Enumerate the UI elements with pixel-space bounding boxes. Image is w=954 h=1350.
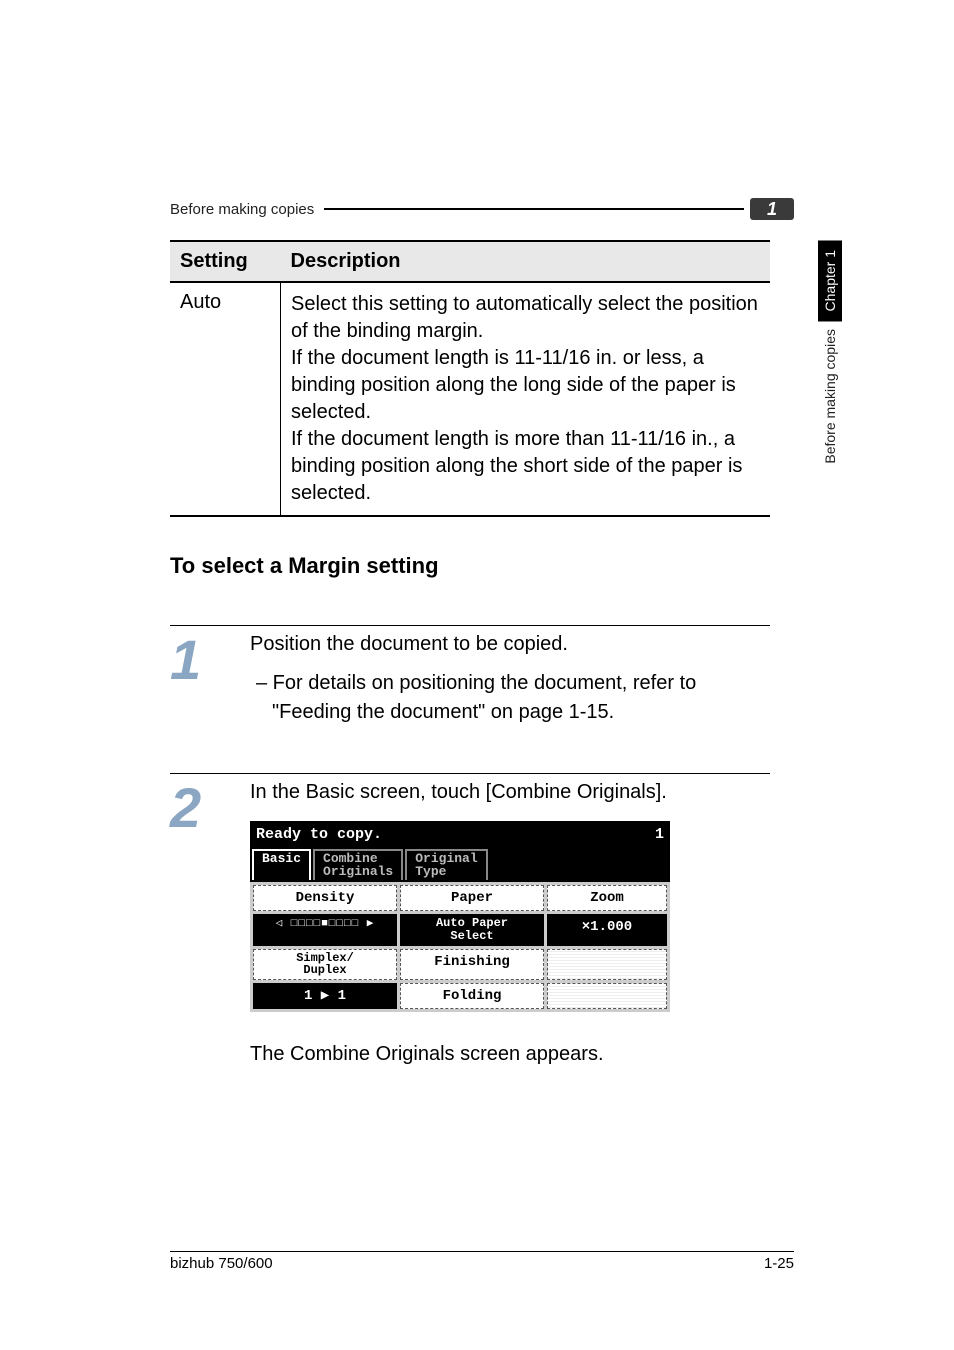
zoom-button[interactable]: Zoom: [547, 885, 667, 911]
table-cell-setting: Auto: [170, 282, 281, 516]
footer-page: 1-25: [764, 1255, 794, 1272]
section-heading: To select a Margin setting: [170, 553, 824, 579]
step-2: 2 In the Basic screen, touch [Combine Or…: [170, 773, 770, 1069]
step-number: 2: [170, 778, 250, 1069]
table-row: Auto Select this setting to automaticall…: [170, 282, 770, 516]
running-title: Before making copies: [170, 201, 314, 218]
step-result-text: The Combine Originals screen appears.: [250, 1040, 770, 1069]
zoom-value: ×1.000: [547, 914, 667, 945]
step-subtext: – For details on positioning the documen…: [250, 669, 770, 727]
status-bar: Ready to copy. 1: [250, 821, 670, 849]
tab-row: Basic Combine Originals Original Type: [250, 849, 670, 882]
header-rule: [324, 208, 744, 210]
copy-count: 1: [655, 824, 664, 846]
one-to-one-indicator: 1 ▶ 1: [253, 983, 397, 1009]
table-cell-description: Select this setting to automatically sel…: [281, 282, 771, 516]
running-header: Before making copies 1: [170, 198, 794, 220]
step-text: In the Basic screen, touch [Combine Orig…: [250, 778, 770, 807]
side-tab-chapter: Chapter 1: [818, 240, 842, 321]
status-text: Ready to copy.: [256, 824, 382, 846]
tab-original-type[interactable]: Original Type: [405, 849, 487, 880]
empty-cell: [547, 983, 667, 1009]
page-footer: bizhub 750/600 1-25: [170, 1251, 794, 1272]
auto-paper-select-button[interactable]: Auto Paper Select: [400, 914, 544, 945]
table-header-setting: Setting: [170, 241, 281, 282]
chapter-chip: 1: [750, 198, 794, 220]
footer-model: bizhub 750/600: [170, 1255, 273, 1272]
settings-table: Setting Description Auto Select this set…: [170, 240, 770, 517]
step-1: 1 Position the document to be copied. – …: [170, 625, 770, 727]
table-header-description: Description: [281, 241, 771, 282]
finishing-button[interactable]: Finishing: [400, 949, 544, 980]
tab-basic[interactable]: Basic: [252, 849, 311, 880]
side-tab: Chapter 1 Before making copies: [816, 240, 844, 472]
side-tab-label: Before making copies: [822, 321, 838, 472]
density-button[interactable]: Density: [253, 885, 397, 911]
folding-button[interactable]: Folding: [400, 983, 544, 1009]
step-text: Position the document to be copied.: [250, 630, 770, 659]
tab-combine-originals[interactable]: Combine Originals: [313, 849, 403, 880]
control-grid: Density Paper Zoom ◁ □□□□■□□□□ ▶ Auto Pa…: [250, 882, 670, 1012]
empty-cell: [547, 949, 667, 980]
simplex-duplex-button[interactable]: Simplex/ Duplex: [253, 949, 397, 980]
paper-button[interactable]: Paper: [400, 885, 544, 911]
density-indicator[interactable]: ◁ □□□□■□□□□ ▶: [253, 914, 397, 945]
device-screen: Ready to copy. 1 Basic Combine Originals…: [250, 821, 670, 1012]
step-number: 1: [170, 630, 250, 727]
